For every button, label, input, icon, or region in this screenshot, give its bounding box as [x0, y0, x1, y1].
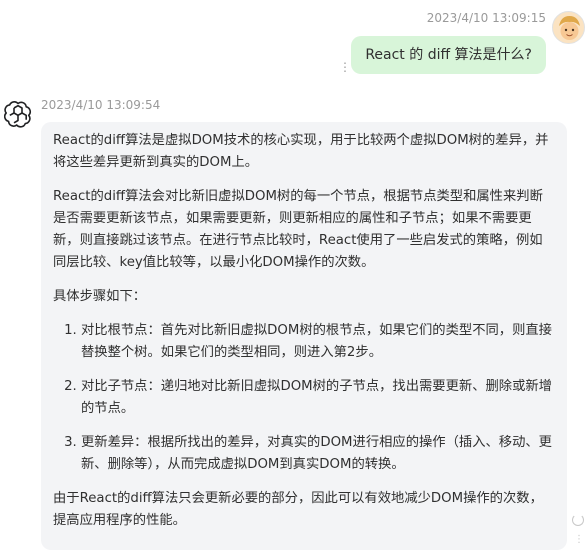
refresh-icon[interactable] [572, 514, 584, 526]
steps-list: 对比根节点：首先对比新旧虚拟DOM树的根节点，如果它们的类型不同，则直接替换整个… [53, 320, 555, 476]
user-avatar-icon[interactable] [552, 11, 585, 44]
bot-paragraph-steps-heading: 具体步骤如下： [53, 289, 147, 304]
user-message-more-icon[interactable]: ⋮ [339, 60, 351, 74]
bot-paragraph-conclusion: 由于React的diff算法只会更新必要的部分，因此可以有效地减少DOM操作的次… [53, 491, 543, 528]
user-message-text: React 的 diff 算法是什么? [365, 47, 532, 63]
more-vertical-icon[interactable]: ⋮ [574, 535, 584, 545]
step-item-3: 更新差异：根据所找出的差异，对真实的DOM进行相应的操作（插入、移动、更新、删除… [81, 432, 555, 476]
user-message-bubble: React 的 diff 算法是什么? [351, 36, 546, 74]
emoji-face-icon [553, 12, 584, 43]
user-message-timestamp: 2023/4/10 13:09:15 [426, 11, 546, 25]
bot-message-bubble: React的diff算法是虚拟DOM技术的核心实现，用于比较两个虚拟DOM树的差… [41, 122, 567, 550]
bot-paragraph-intro: React的diff算法是虚拟DOM技术的核心实现，用于比较两个虚拟DOM树的差… [53, 133, 549, 170]
openai-logo-icon [3, 100, 32, 128]
bot-paragraph-detail: React的diff算法会对比新旧虚拟DOM树的每一个节点，根据节点类型和属性来… [53, 189, 543, 270]
chat-page: 2023/4/10 13:09:15 React 的 diff 算法是什么? ⋮… [0, 0, 587, 559]
step-item-2: 对比子节点：递归地对比新旧虚拟DOM树的子节点，找出需要更新、删除或新增的节点。 [81, 376, 555, 420]
bot-message-timestamp: 2023/4/10 13:09:54 [41, 98, 161, 112]
step-item-1: 对比根节点：首先对比新旧虚拟DOM树的根节点，如果它们的类型不同，则直接替换整个… [81, 320, 555, 364]
openai-logo-svg [3, 101, 32, 128]
